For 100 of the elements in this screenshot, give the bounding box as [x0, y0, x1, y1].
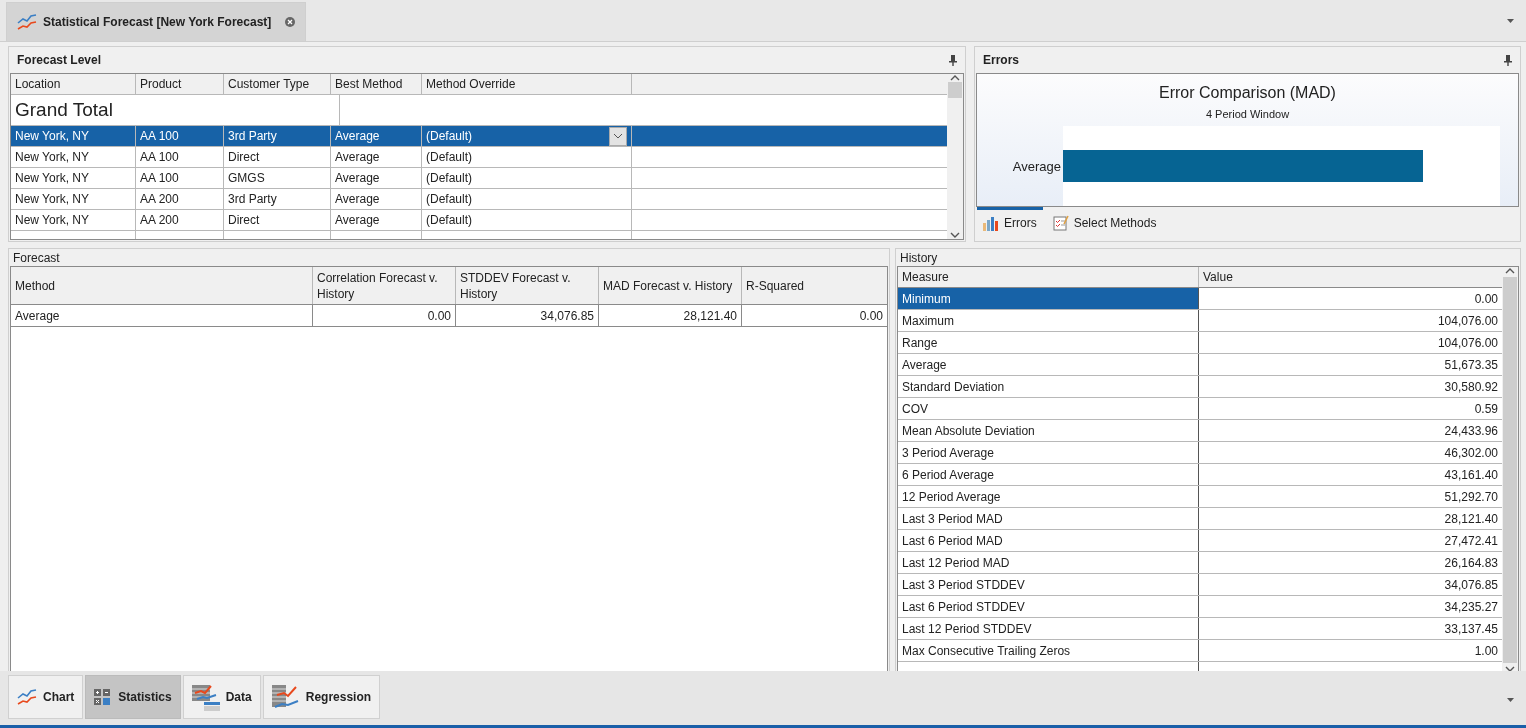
table-cell-text: 34,235.27 [1443, 598, 1499, 616]
column-header[interactable]: Method Override [422, 74, 632, 94]
column-header[interactable]: Value [1199, 267, 1502, 287]
bar-label: Average [1011, 158, 1062, 174]
panel-tab[interactable]: Select Methods [1046, 207, 1163, 236]
table-row[interactable]: Max Consecutive Trailing Zeros 1.00 [898, 640, 1502, 662]
table-cell-text: 104,076.00 [1436, 334, 1499, 352]
scroll-down-icon[interactable] [950, 231, 960, 239]
table-row[interactable]: 3 Period Average 46,302.00 [898, 442, 1502, 464]
table-row[interactable]: Standard Deviation 30,580.92 [898, 376, 1502, 398]
table-cell: 6 Period Average [898, 464, 1199, 485]
panel-tab[interactable]: Errors [977, 207, 1043, 236]
column-header[interactable]: R-Squared [742, 267, 887, 304]
table-cell-text: 1.00 [1473, 642, 1499, 660]
close-icon[interactable] [285, 17, 296, 27]
table-row[interactable]: New York, NY AA 200 Direct Average (Default) [11, 210, 947, 231]
table-cell: Mean Absolute Deviation [898, 420, 1199, 441]
table-cell-text: 0.00 [1473, 290, 1499, 308]
table-cell: New York, NY [15, 150, 90, 164]
table-row[interactable]: New York, NY AA 100 3rd Party Average (Default) [11, 126, 947, 147]
table-cell: Range [898, 332, 1199, 353]
table-cell: New York, NY [15, 213, 90, 227]
table-row[interactable]: Range 104,076.00 [898, 332, 1502, 354]
table-cell: AA 200 [140, 213, 179, 227]
column-header[interactable]: Correlation Forecast v. History [313, 267, 456, 304]
table-cell: 3rd Party [228, 192, 277, 206]
table-cell-text: 46,302.00 [1443, 444, 1499, 462]
table-chart-icon [191, 683, 220, 711]
table-row[interactable]: 6 Period Average 43,161.40 [898, 464, 1502, 486]
dropdown-caret-icon[interactable] [1507, 18, 1514, 23]
table-cell: (Default) [426, 171, 472, 185]
table-cell: New York, NY [15, 192, 90, 206]
grand-total-label: Grand Total [11, 95, 340, 125]
column-header[interactable]: Product [136, 74, 224, 94]
scrollbar-thumb[interactable] [1503, 277, 1517, 663]
document-tab[interactable]: Statistical Forecast [New York Forecast] [6, 2, 307, 41]
table-row[interactable]: Last 3 Period STDDEV 34,076.85 [898, 574, 1502, 596]
table-cell-text: 28,121.40 [1443, 510, 1499, 528]
scroll-up-icon[interactable] [1505, 267, 1515, 275]
table-cell: New York, NY [15, 171, 90, 185]
table-cell: (Default) [426, 129, 472, 143]
table-row[interactable]: Last 3 Period MAD 28,121.40 [898, 508, 1502, 530]
regression-chart-icon [271, 683, 300, 711]
column-header[interactable]: Measure [898, 267, 1199, 287]
column-header[interactable]: Best Method [331, 74, 422, 94]
table-row[interactable]: Last 12 Period MAD 26,164.83 [898, 552, 1502, 574]
table-cell: 3rd Party [228, 129, 277, 143]
table-cell-text: 104,076.00 [1436, 312, 1499, 330]
table-cell: AA 200 [140, 192, 179, 206]
column-header[interactable]: Location [11, 74, 136, 94]
table-cell: Maximum [898, 310, 1199, 331]
vertical-scrollbar[interactable] [947, 74, 963, 239]
table-cell-text: 33,137.45 [1443, 620, 1499, 638]
dropdown-caret-icon[interactable] [1507, 698, 1514, 702]
table-row[interactable]: Last 12 Period STDDEV 33,137.45 [898, 618, 1502, 640]
view-tab[interactable]: Data [182, 675, 261, 719]
view-tab[interactable]: Chart [8, 675, 84, 719]
table-row[interactable]: 12 Period Average 51,292.70 [898, 486, 1502, 508]
table-row[interactable]: Maximum 104,076.00 [898, 310, 1502, 332]
calculator-icon [94, 689, 113, 705]
column-header[interactable]: Method [11, 267, 313, 304]
column-header[interactable]: MAD Forecast v. History [599, 267, 742, 304]
table-cell: 34,076.85 [456, 305, 599, 326]
column-header[interactable]: Customer Type [224, 74, 331, 94]
table-cell: Last 6 Period MAD [898, 530, 1199, 551]
chart-subtitle: 4 Period Window [1205, 108, 1290, 120]
table-cell: Direct [228, 150, 260, 164]
view-tab[interactable]: Regression [262, 675, 381, 719]
table-cell-text: 51,673.35 [1443, 356, 1499, 374]
table-cell: COV [898, 398, 1199, 419]
table-row[interactable]: Average 51,673.35 [898, 354, 1502, 376]
table-row[interactable]: Last 6 Period MAD 27,472.41 [898, 530, 1502, 552]
table-cell: AA 100 [140, 150, 179, 164]
table-row[interactable]: Minimum 0.00 [898, 288, 1502, 310]
table-row[interactable]: New York, NY AA 100 Direct Average (Default) [11, 147, 947, 168]
pin-icon[interactable] [1504, 54, 1512, 66]
table-cell: Average [335, 192, 380, 206]
table-row[interactable]: New York, NY AA 200 3rd Party Average (Default) [11, 189, 947, 210]
scrollbar-thumb[interactable] [948, 82, 962, 98]
table-cell: Average [11, 305, 313, 326]
table-row[interactable]: COV 0.59 [898, 398, 1502, 420]
dropdown-button[interactable] [609, 126, 627, 146]
view-tab[interactable]: Statistics [85, 675, 181, 719]
table-cell-text: 30,580.92 [1443, 378, 1499, 396]
table-row[interactable]: New York, NY AA 100 GMGS Average (Default) [11, 168, 947, 189]
table-cell-text: 0.59 [1473, 400, 1499, 418]
scroll-up-icon[interactable] [950, 74, 960, 82]
table-row[interactable]: Mean Absolute Deviation 24,433.96 [898, 420, 1502, 442]
column-header[interactable]: STDDEV Forecast v. History [456, 267, 599, 304]
table-cell: Average [335, 213, 380, 227]
table-cell: Average [335, 150, 380, 164]
table-row[interactable]: Last 6 Period STDDEV 34,235.27 [898, 596, 1502, 618]
panel-title: History [900, 250, 938, 265]
table-cell: Average [335, 129, 380, 143]
table-cell-text: 0.00 [858, 307, 884, 325]
pin-icon[interactable] [949, 54, 957, 66]
table-cell: (Default) [426, 192, 472, 206]
table-cell: Average [335, 171, 380, 185]
vertical-scrollbar[interactable] [1502, 267, 1518, 673]
table-cell: Last 3 Period MAD [898, 508, 1199, 529]
